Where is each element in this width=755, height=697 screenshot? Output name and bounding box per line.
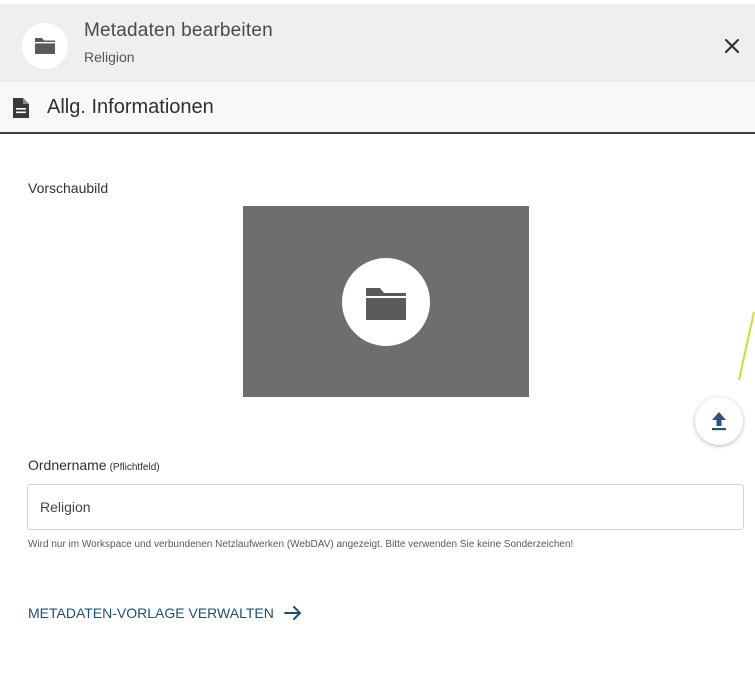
section-header: Allg. Informationen bbox=[0, 82, 755, 134]
folder-name-label-text: Ordnername bbox=[28, 457, 107, 473]
dialog-subtitle: Religion bbox=[84, 49, 135, 65]
annotation-line bbox=[738, 311, 755, 381]
dialog-header: Metadaten bearbeiten Religion bbox=[0, 4, 755, 82]
close-icon bbox=[724, 38, 740, 54]
folder-name-input[interactable] bbox=[27, 484, 744, 530]
close-button[interactable] bbox=[718, 32, 746, 60]
preview-avatar bbox=[342, 258, 430, 346]
manage-template-label: METADATEN-VORLAGE VERWALTEN bbox=[28, 605, 274, 621]
folder-icon bbox=[35, 38, 55, 54]
dialog-title: Metadaten bearbeiten bbox=[84, 20, 273, 41]
metadata-dialog: Metadaten bearbeiten Religion Allg. Info… bbox=[0, 0, 755, 697]
upload-icon bbox=[712, 412, 726, 431]
folder-name-label: Ordnername (Pflichtfeld) bbox=[28, 457, 160, 475]
upload-button[interactable] bbox=[695, 397, 743, 445]
document-icon bbox=[13, 98, 29, 118]
folder-icon bbox=[366, 288, 406, 320]
arrow-right-icon bbox=[283, 606, 301, 621]
folder-name-hint: Wird nur im Workspace und verbundenen Ne… bbox=[28, 539, 574, 550]
preview-label: Vorschaubild bbox=[28, 180, 109, 196]
header-avatar bbox=[22, 23, 68, 69]
required-note: (Pflichtfeld) bbox=[109, 462, 160, 473]
preview-image[interactable] bbox=[243, 206, 529, 397]
section-title: Allg. Informationen bbox=[47, 96, 214, 118]
manage-template-link[interactable]: METADATEN-VORLAGE VERWALTEN bbox=[28, 605, 302, 621]
